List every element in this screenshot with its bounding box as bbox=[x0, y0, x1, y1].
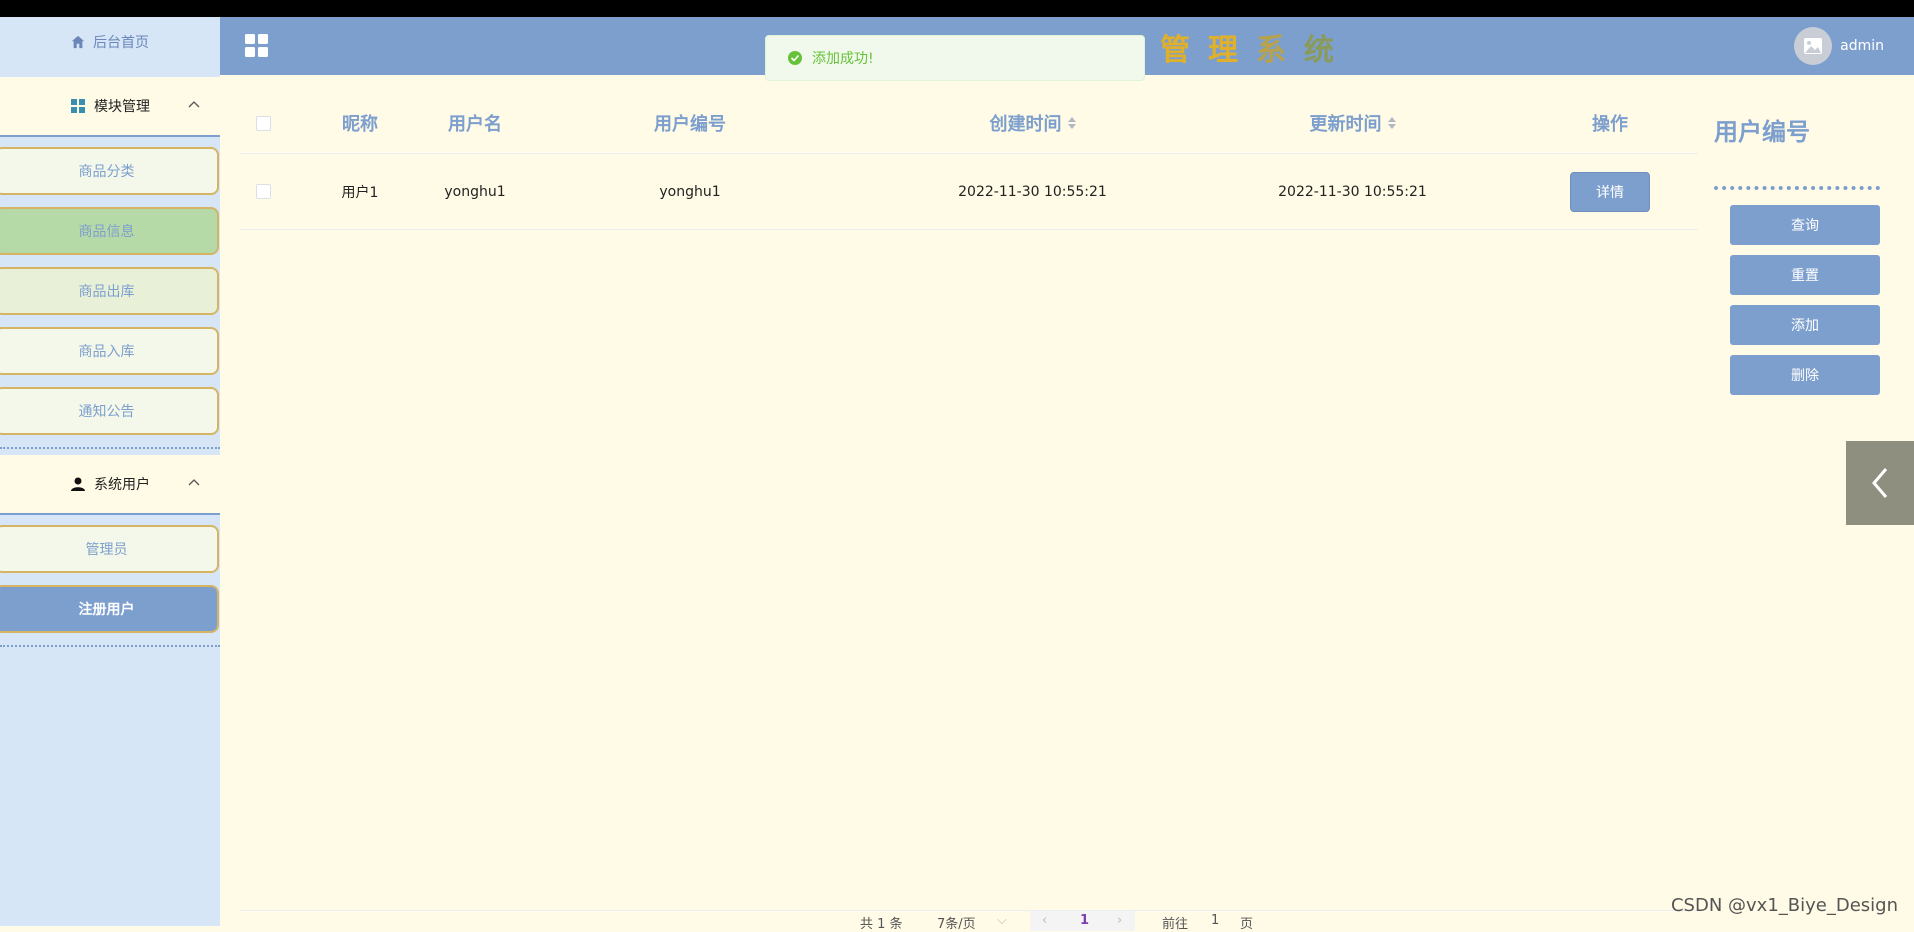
menu-group-label: 系统用户 bbox=[94, 477, 150, 493]
chevron-up-icon bbox=[188, 101, 200, 108]
user-icon bbox=[71, 477, 85, 491]
title-char: 管 bbox=[1160, 33, 1208, 68]
window-top-bar bbox=[0, 0, 1914, 17]
chevron-up-icon bbox=[188, 479, 200, 486]
cell-actions: 详情 bbox=[1560, 154, 1660, 229]
success-toast: 添加成功! bbox=[765, 35, 1145, 81]
sidebar-item-category[interactable]: 商品分类 bbox=[0, 147, 219, 195]
select-all-checkbox[interactable] bbox=[255, 115, 271, 131]
pagination: 共 1 条 7条/页 ⌵ ‹ 1 › 前往 1 页 bbox=[240, 910, 1698, 932]
col-usercode: 用户编号 bbox=[654, 114, 726, 135]
home-icon bbox=[71, 35, 85, 49]
avatar[interactable] bbox=[1794, 27, 1833, 65]
watermark: CSDN @vx1_Biye_Design bbox=[1670, 895, 1898, 916]
cell-usercode: yonghu1 bbox=[659, 183, 721, 200]
sidebar-item-admins[interactable]: 管理员 bbox=[0, 525, 219, 573]
user-menu[interactable]: admin bbox=[1794, 25, 1884, 67]
sidebar-item-outbound[interactable]: 商品出库 bbox=[0, 267, 219, 315]
pagination-total: 共 1 条 bbox=[860, 917, 903, 932]
table-header: 昵称 用户名 用户编号 创建时间 更新时间 操作 bbox=[240, 93, 1698, 154]
cell-created: 2022-11-30 10:55:21 bbox=[958, 183, 1107, 200]
col-username: 用户名 bbox=[448, 114, 502, 135]
cell-nickname: 用户1 bbox=[341, 184, 379, 201]
grid-icon bbox=[71, 99, 85, 113]
select-all-cell bbox=[240, 93, 286, 153]
col-updated[interactable]: 更新时间 bbox=[1260, 93, 1445, 153]
sidebar-divider bbox=[0, 645, 220, 647]
sort-icon[interactable] bbox=[1387, 117, 1396, 129]
table-row: 用户1 yonghu1 yonghu1 2022-11-30 10:55:21 … bbox=[240, 154, 1698, 230]
user-table: 昵称 用户名 用户编号 创建时间 更新时间 操作 用户1 yonghu1 yon… bbox=[240, 93, 1698, 230]
panel-collapse-tab[interactable] bbox=[1846, 441, 1914, 525]
col-created[interactable]: 创建时间 bbox=[940, 93, 1125, 153]
home-label: 后台首页 bbox=[93, 35, 149, 51]
reset-button[interactable]: 重置 bbox=[1730, 255, 1880, 295]
cell-username: yonghu1 bbox=[444, 183, 506, 200]
menu-toggle-icon[interactable] bbox=[244, 33, 270, 59]
image-icon bbox=[1804, 38, 1823, 54]
toast-message: 添加成功! bbox=[812, 51, 874, 67]
col-created-label: 创建时间 bbox=[989, 114, 1062, 135]
row-select-cell bbox=[240, 154, 286, 229]
goto-unit: 页 bbox=[1240, 917, 1254, 932]
query-button[interactable]: 查询 bbox=[1730, 205, 1880, 245]
title-char: 统 bbox=[1304, 33, 1352, 68]
delete-button[interactable]: 删除 bbox=[1730, 355, 1880, 395]
sidebar: 后台首页 模块管理 商品分类 商品信息 商品出库 商品入库 通知公告 系统用户 … bbox=[0, 17, 220, 926]
sidebar-item-registered-users[interactable]: 注册用户 bbox=[0, 585, 219, 633]
sidebar-item-notice[interactable]: 通知公告 bbox=[0, 387, 219, 435]
add-button[interactable]: 添加 bbox=[1730, 305, 1880, 345]
sidebar-divider bbox=[0, 447, 220, 449]
sort-icon[interactable] bbox=[1067, 117, 1076, 129]
title-char: 理 bbox=[1208, 33, 1256, 68]
title-char: 系 bbox=[1256, 33, 1304, 68]
menu-group-label: 模块管理 bbox=[94, 99, 150, 115]
username: admin bbox=[1840, 38, 1884, 54]
row-checkbox[interactable] bbox=[255, 184, 271, 199]
col-updated-label: 更新时间 bbox=[1309, 114, 1382, 135]
search-panel-divider bbox=[1714, 186, 1880, 190]
menu-group-system-users[interactable]: 系统用户 bbox=[0, 455, 220, 515]
search-panel-title: 用户编号 bbox=[1714, 118, 1810, 146]
cell-updated: 2022-11-30 10:55:21 bbox=[1278, 183, 1427, 200]
col-actions: 操作 bbox=[1592, 114, 1628, 135]
menu-group-modules[interactable]: 模块管理 bbox=[0, 77, 220, 137]
chevron-left-icon bbox=[1872, 468, 1888, 498]
check-circle-icon bbox=[788, 51, 802, 65]
system-title: 管理系统 bbox=[520, 25, 1914, 69]
col-nickname: 昵称 bbox=[342, 114, 378, 135]
detail-button[interactable]: 详情 bbox=[1570, 171, 1650, 212]
sidebar-home-link[interactable]: 后台首页 bbox=[0, 17, 220, 67]
sidebar-item-product-info[interactable]: 商品信息 bbox=[0, 207, 219, 255]
sidebar-item-inbound[interactable]: 商品入库 bbox=[0, 327, 219, 375]
page-size-select[interactable]: 7条/页 bbox=[937, 913, 976, 932]
goto-label: 前往 bbox=[1162, 917, 1189, 932]
